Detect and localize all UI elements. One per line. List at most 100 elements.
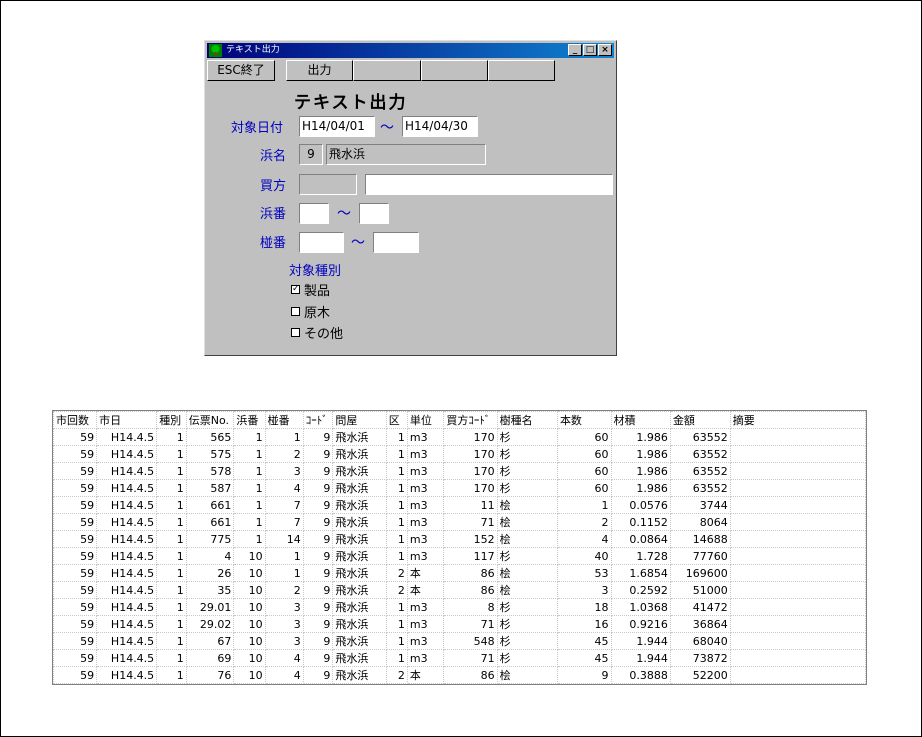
checkbox-other[interactable] bbox=[291, 328, 300, 337]
table-cell[interactable]: 1 bbox=[233, 479, 266, 497]
table-cell[interactable]: 2 bbox=[556, 513, 612, 531]
checkbox-product[interactable]: ✓ bbox=[291, 285, 300, 294]
table-cell[interactable]: 4 bbox=[264, 666, 304, 684]
table-cell[interactable]: 1.986 bbox=[610, 428, 671, 446]
table-row[interactable]: 59 H14.4.5 1 661 1 7 9 飛水浜 1 m3 11 桧 1 0.0576 3744 bbox=[53, 496, 866, 514]
column-header[interactable]: 本数 bbox=[556, 411, 612, 429]
table-cell[interactable]: 71 bbox=[443, 615, 498, 633]
table-cell[interactable]: 9 bbox=[302, 581, 334, 599]
table-cell[interactable]: m3 bbox=[406, 462, 445, 480]
table-cell[interactable]: 587 bbox=[185, 479, 235, 497]
table-cell[interactable]: 1 bbox=[156, 649, 187, 667]
column-header[interactable]: 浜番 bbox=[233, 411, 266, 429]
table-cell[interactable]: m3 bbox=[406, 632, 445, 650]
table-cell[interactable]: 1 bbox=[156, 445, 187, 463]
table-cell[interactable]: 飛水浜 bbox=[332, 513, 387, 531]
table-cell[interactable]: 1 bbox=[233, 496, 266, 514]
table-cell[interactable]: 60 bbox=[556, 479, 612, 497]
table-cell[interactable]: 1.986 bbox=[610, 462, 671, 480]
table-cell[interactable]: 10 bbox=[233, 666, 266, 684]
table-cell[interactable]: 10 bbox=[233, 581, 266, 599]
table-cell[interactable]: 59 bbox=[53, 581, 98, 599]
column-header[interactable]: 単位 bbox=[406, 411, 445, 429]
table-cell[interactable]: 杉 bbox=[496, 547, 558, 565]
table-cell[interactable]: 杉 bbox=[496, 428, 558, 446]
table-cell[interactable]: H14.4.5 bbox=[96, 530, 158, 548]
table-cell[interactable]: 1.944 bbox=[610, 632, 671, 650]
table-cell[interactable]: 53 bbox=[556, 564, 612, 582]
minimize-button[interactable]: _ bbox=[568, 44, 582, 56]
table-cell[interactable]: 59 bbox=[53, 428, 98, 446]
table-cell[interactable]: 9 bbox=[302, 530, 334, 548]
table-cell[interactable]: 9 bbox=[556, 666, 612, 684]
table-cell[interactable]: 飛水浜 bbox=[332, 581, 387, 599]
type-checkbox-log[interactable]: 原木 bbox=[291, 302, 330, 321]
toolbar-slot-3[interactable] bbox=[353, 60, 421, 81]
table-cell[interactable]: 10 bbox=[233, 598, 266, 616]
column-header[interactable]: 摘要 bbox=[729, 411, 866, 429]
table-cell[interactable]: 2 bbox=[264, 581, 304, 599]
table-cell[interactable]: H14.4.5 bbox=[96, 615, 158, 633]
table-cell[interactable]: 9 bbox=[302, 615, 334, 633]
table-cell[interactable]: 29.01 bbox=[185, 598, 235, 616]
table-cell[interactable]: 4 bbox=[556, 530, 612, 548]
table-cell[interactable]: 2 bbox=[264, 445, 304, 463]
table-cell[interactable] bbox=[729, 564, 866, 582]
table-cell[interactable]: 63552 bbox=[669, 428, 731, 446]
table-cell[interactable]: 9 bbox=[302, 598, 334, 616]
table-cell[interactable] bbox=[729, 479, 866, 497]
table-cell[interactable]: 杉 bbox=[496, 462, 558, 480]
table-cell[interactable]: H14.4.5 bbox=[96, 632, 158, 650]
table-cell[interactable]: H14.4.5 bbox=[96, 649, 158, 667]
table-cell[interactable]: H14.4.5 bbox=[96, 496, 158, 514]
table-cell[interactable]: 1 bbox=[385, 632, 408, 650]
table-cell[interactable]: 1 bbox=[156, 615, 187, 633]
table-cell[interactable]: 81 bbox=[185, 683, 235, 684]
table-cell[interactable]: m3 bbox=[406, 428, 445, 446]
table-cell[interactable]: 775 bbox=[185, 530, 235, 548]
table-cell[interactable]: 59 bbox=[53, 683, 98, 684]
date-from-field[interactable]: H14/04/01 bbox=[299, 116, 375, 137]
table-cell[interactable]: 76 bbox=[185, 666, 235, 684]
type-checkbox-product[interactable]: ✓ 製品 bbox=[291, 280, 330, 299]
table-cell[interactable]: 1 bbox=[264, 564, 304, 582]
table-cell[interactable]: 1 bbox=[385, 479, 408, 497]
table-cell[interactable] bbox=[729, 632, 866, 650]
table-cell[interactable]: 2 bbox=[385, 564, 408, 582]
table-cell[interactable]: 45 bbox=[556, 649, 612, 667]
table-cell[interactable]: 杉 bbox=[496, 632, 558, 650]
table-row[interactable]: 59 H14.4.5 1 661 1 7 9 飛水浜 1 m3 71 桧 2 0.1152 8064 bbox=[53, 513, 866, 531]
table-cell[interactable]: 飛水浜 bbox=[332, 632, 387, 650]
table-cell[interactable]: 1 bbox=[385, 615, 408, 633]
table-cell[interactable]: 63552 bbox=[669, 462, 731, 480]
table-cell[interactable]: 59 bbox=[53, 462, 98, 480]
table-cell[interactable]: H14.4.5 bbox=[96, 513, 158, 531]
table-row[interactable]: 59 H14.4.5 1 67 10 3 9 飛水浜 1 m3 548 杉 45 1.944 68040 bbox=[53, 632, 866, 650]
table-cell[interactable]: 170 bbox=[443, 462, 498, 480]
table-cell[interactable]: 1 bbox=[156, 547, 187, 565]
table-cell[interactable]: H14.4.5 bbox=[96, 598, 158, 616]
table-cell[interactable]: H14.4.5 bbox=[96, 428, 158, 446]
table-cell[interactable]: 59 bbox=[53, 598, 98, 616]
output-button[interactable]: 出力 bbox=[286, 60, 353, 81]
table-cell[interactable]: 170 bbox=[443, 445, 498, 463]
table-cell[interactable]: m3 bbox=[406, 615, 445, 633]
table-cell[interactable]: 59 bbox=[53, 496, 98, 514]
table-cell[interactable] bbox=[729, 513, 866, 531]
table-cell[interactable]: 86 bbox=[443, 581, 498, 599]
column-header[interactable]: 問屋 bbox=[332, 411, 387, 429]
table-cell[interactable]: 1 bbox=[264, 547, 304, 565]
table-cell[interactable]: m3 bbox=[406, 513, 445, 531]
table-cell[interactable]: 1 bbox=[385, 598, 408, 616]
table-cell[interactable] bbox=[729, 547, 866, 565]
table-cell[interactable]: m3 bbox=[406, 598, 445, 616]
table-cell[interactable]: 60 bbox=[556, 683, 612, 684]
table-cell[interactable]: 4 bbox=[185, 547, 235, 565]
column-header[interactable]: 買方ｺｰﾄﾞ bbox=[443, 411, 498, 429]
table-cell[interactable]: 59 bbox=[53, 564, 98, 582]
table-row[interactable]: 59 H14.4.5 1 69 10 4 9 飛水浜 1 m3 71 杉 45 1.944 73872 bbox=[53, 649, 866, 667]
table-cell[interactable]: m3 bbox=[406, 479, 445, 497]
table-row[interactable]: 59 H14.4.5 1 29.02 10 3 9 飛水浜 1 m3 71 杉 16 0.9216 3686… bbox=[53, 615, 866, 633]
table-cell[interactable]: m3 bbox=[406, 649, 445, 667]
table-cell[interactable]: 8064 bbox=[669, 513, 731, 531]
